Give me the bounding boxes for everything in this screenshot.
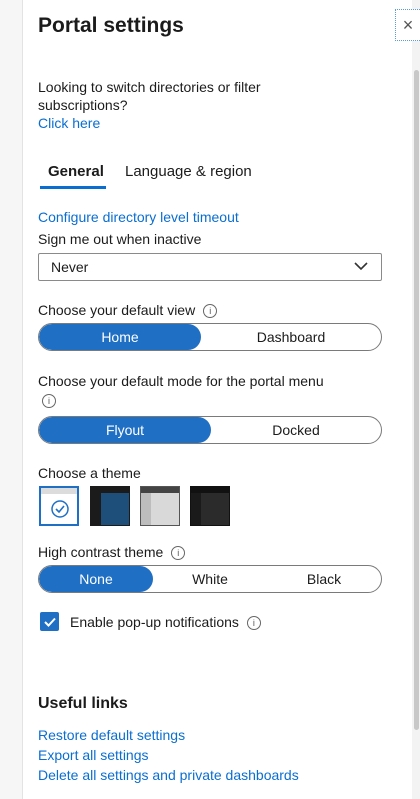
info-icon[interactable]: i	[171, 546, 186, 560]
tab-language-region[interactable]: Language & region	[125, 163, 252, 180]
high-contrast-toggle[interactable]: None White Black	[38, 565, 382, 593]
chevron-down-icon	[354, 262, 368, 271]
inactivity-timeout-select[interactable]: Never	[38, 253, 382, 281]
scrollbar-track[interactable]	[412, 0, 420, 799]
panel-title: Portal settings	[38, 14, 184, 37]
menu-mode-label: Choose your default mode for the portal …	[38, 373, 324, 389]
info-icon[interactable]: i	[42, 394, 56, 408]
contrast-option-none[interactable]: None	[39, 566, 153, 592]
theme-dark-option[interactable]	[190, 486, 230, 526]
view-option-dashboard[interactable]: Dashboard	[201, 324, 381, 350]
menu-mode-toggle[interactable]: Flyout Docked	[38, 416, 382, 444]
useful-links-title: Useful links	[38, 695, 128, 712]
scrollbar-thumb[interactable]	[414, 70, 419, 730]
menu-option-docked[interactable]: Docked	[211, 417, 381, 443]
tab-general[interactable]: General	[48, 163, 104, 180]
theme-azure-option[interactable]	[90, 486, 130, 526]
default-view-label: Choose your default view i	[38, 301, 218, 319]
theme-silver-option[interactable]	[140, 486, 180, 526]
popup-notifications-label: Enable pop-up notifications i	[70, 613, 261, 631]
restore-defaults-link[interactable]: Restore default settings	[38, 727, 185, 743]
checkmark-icon	[43, 617, 56, 627]
click-here-link[interactable]: Click here	[38, 115, 100, 131]
popup-notifications-checkbox[interactable]	[40, 612, 59, 631]
contrast-option-black[interactable]: Black	[267, 566, 381, 592]
checkmark-icon	[51, 500, 69, 518]
menu-option-flyout[interactable]: Flyout	[39, 417, 211, 443]
view-option-home[interactable]: Home	[39, 324, 201, 350]
sign-out-label: Sign me out when inactive	[38, 231, 202, 247]
panel-left-edge	[0, 0, 23, 799]
high-contrast-label: High contrast theme i	[38, 543, 186, 561]
tab-active-indicator	[40, 186, 106, 189]
default-view-toggle[interactable]: Home Dashboard	[38, 323, 382, 351]
theme-label: Choose a theme	[38, 465, 141, 481]
info-icon[interactable]: i	[246, 616, 261, 630]
info-icon[interactable]: i	[203, 304, 218, 318]
delete-settings-link[interactable]: Delete all settings and private dashboar…	[38, 767, 299, 783]
select-value: Never	[51, 259, 89, 275]
theme-light-option[interactable]	[39, 486, 79, 526]
close-icon[interactable]: ×	[395, 9, 420, 41]
intro-text: Looking to switch directories or filter …	[38, 79, 261, 113]
export-settings-link[interactable]: Export all settings	[38, 747, 149, 763]
configure-timeout-link[interactable]: Configure directory level timeout	[38, 209, 239, 225]
contrast-option-white[interactable]: White	[153, 566, 267, 592]
